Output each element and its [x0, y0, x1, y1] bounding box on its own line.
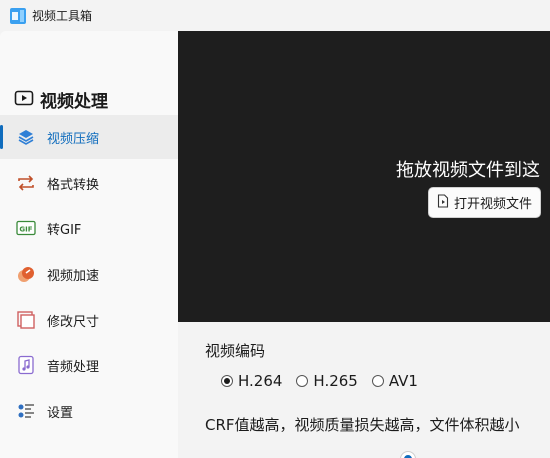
sidebar-item-format-convert[interactable]: 格式转换 — [0, 161, 178, 205]
sidebar-item-to-gif[interactable]: GIF 转GIF — [0, 206, 178, 250]
radio-indicator[interactable] — [296, 375, 309, 387]
video-codec-label: 视频编码 — [205, 342, 266, 360]
crf-slider[interactable] — [205, 452, 550, 458]
svg-text:GIF: GIF — [19, 226, 32, 234]
settings-sliders-icon — [16, 401, 36, 421]
app-title: 视频工具箱 — [32, 9, 93, 23]
gif-icon: GIF — [16, 218, 36, 238]
video-icon — [14, 89, 34, 111]
sidebar-item-settings[interactable]: 设置 — [0, 389, 178, 433]
codec-radio-av1[interactable]: AV1 — [371, 372, 418, 390]
sidebar-item-label: 视频压缩 — [47, 131, 100, 147]
sidebar-item-audio[interactable]: 音频处理 — [0, 343, 178, 387]
radio-indicator[interactable] — [371, 375, 384, 387]
crf-description: CRF值越高，视频质量损失越高，文件体积越小 — [205, 416, 520, 434]
sidebar-item-video-speed[interactable]: 视频加速 — [0, 252, 178, 296]
sidebar-section-title: 视频处理 — [40, 92, 108, 112]
codec-radio-h264[interactable]: H.264 — [221, 372, 282, 390]
app-logo-icon — [10, 7, 26, 24]
speed-icon — [16, 264, 36, 284]
compression-settings: 视频编码 H.264 H.265 AV1 CRF值越高，视频质量损失越高，文件体… — [178, 322, 550, 458]
codec-radio-h265[interactable]: H.265 — [296, 372, 358, 390]
radio-label: AV1 — [388, 372, 418, 390]
radio-label: H.264 — [238, 372, 283, 390]
sidebar: 视频处理 视频压缩 格式转换 GIF 转GIF 视频加速 修改尺寸 音频处理 设… — [0, 31, 178, 458]
title-bar: 视频工具箱 — [0, 0, 550, 31]
sidebar-section-header: 视频处理 — [14, 87, 108, 112]
sidebar-item-video-compress[interactable]: 视频压缩 — [0, 115, 178, 159]
open-video-file-label: 打开视频文件 — [454, 197, 533, 212]
layers-icon — [16, 127, 36, 147]
sidebar-item-resize[interactable]: 修改尺寸 — [0, 298, 178, 342]
radio-indicator[interactable] — [221, 375, 233, 387]
sidebar-item-label: 设置 — [47, 405, 74, 421]
open-video-file-button[interactable]: 打开视频文件 — [428, 187, 542, 218]
video-drop-zone[interactable]: 拖放视频文件到这 打开视频文件 — [178, 31, 550, 322]
convert-arrows-icon — [16, 173, 36, 193]
sidebar-item-label: 视频加速 — [47, 268, 100, 284]
resize-icon — [16, 310, 36, 330]
file-icon — [437, 193, 449, 212]
drop-hint-text: 拖放视频文件到这 — [396, 160, 540, 181]
sidebar-item-label: 格式转换 — [47, 177, 100, 193]
radio-label: H.265 — [313, 372, 358, 390]
sidebar-item-label: 修改尺寸 — [47, 314, 100, 330]
sidebar-item-label: 音频处理 — [47, 359, 100, 375]
sidebar-item-label: 转GIF — [47, 222, 82, 238]
music-file-icon — [16, 355, 36, 375]
crf-slider-thumb[interactable] — [401, 452, 415, 458]
codec-radio-group: H.264 H.265 AV1 — [221, 372, 432, 390]
